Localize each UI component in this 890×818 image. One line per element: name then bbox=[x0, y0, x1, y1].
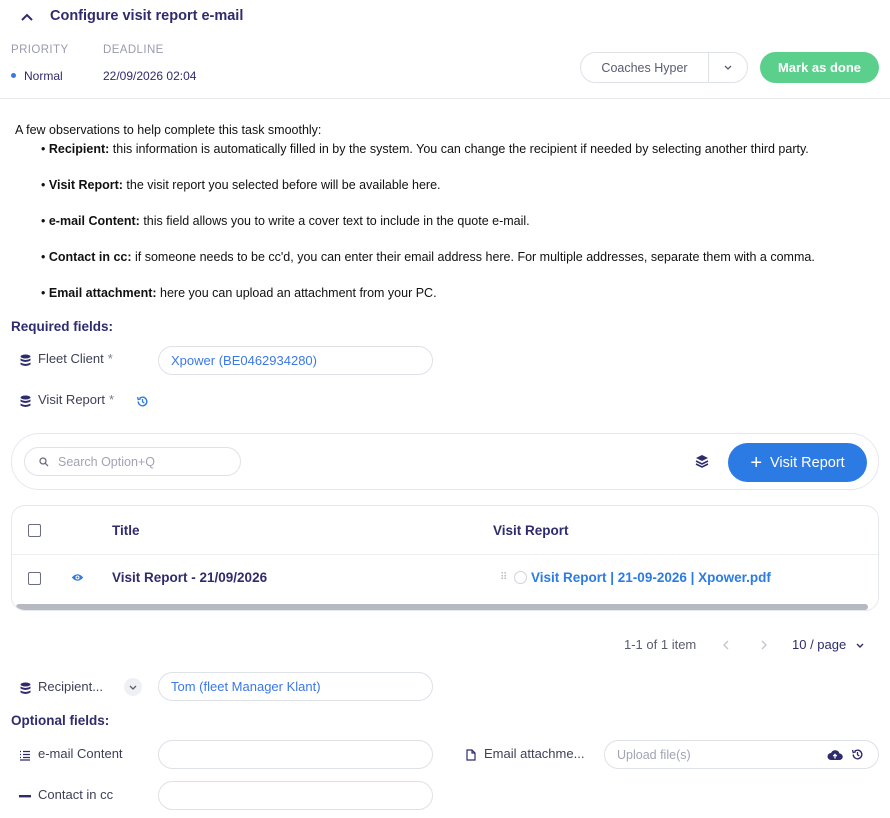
eye-icon[interactable] bbox=[71, 571, 84, 589]
database-icon bbox=[17, 352, 33, 368]
page-size-value: 10 / page bbox=[792, 637, 847, 652]
recipient-label: Recipient... bbox=[38, 679, 104, 694]
instruction-term: Email attachment: bbox=[48, 286, 157, 300]
prev-page-icon[interactable] bbox=[719, 637, 733, 653]
text-lines-icon bbox=[17, 747, 33, 763]
history-icon[interactable] bbox=[134, 393, 150, 409]
file-radio[interactable] bbox=[514, 571, 527, 584]
instruction-term: Visit Report: bbox=[48, 178, 123, 192]
collapse-chevron-up-icon[interactable] bbox=[18, 8, 36, 26]
visit-report-table: Title Visit Report Visit Report - 21/09/… bbox=[11, 505, 879, 611]
priority-label: PRIORITY bbox=[11, 44, 69, 56]
column-header-title: Title bbox=[112, 523, 140, 538]
instructions-intro: A few observations to help complete this… bbox=[15, 123, 322, 137]
instruction-text: the visit report you selected before wil… bbox=[122, 178, 441, 192]
instructions: A few observations to help complete this… bbox=[15, 122, 875, 321]
instruction-term: Recipient: bbox=[48, 142, 110, 156]
instruction-item: • Contact in cc: if someone needs to be … bbox=[41, 250, 815, 264]
database-icon bbox=[17, 393, 33, 409]
instruction-text: this field allows you to write a cover t… bbox=[139, 214, 530, 228]
row-checkbox[interactable] bbox=[28, 572, 41, 585]
row-title: Visit Report - 21/09/2026 bbox=[112, 570, 268, 585]
priority-text: Normal bbox=[24, 69, 63, 83]
instruction-item: • Email attachment: here you can upload … bbox=[41, 286, 437, 300]
search-input[interactable]: Search Option+Q bbox=[24, 447, 241, 476]
email-content-field[interactable] bbox=[158, 740, 433, 769]
required-asterisk: * bbox=[107, 351, 113, 366]
layers-icon[interactable] bbox=[695, 454, 711, 470]
instruction-term: Contact in cc: bbox=[48, 250, 132, 264]
recipient-chevron-down-icon[interactable] bbox=[124, 678, 142, 696]
instruction-term: e-mail Content: bbox=[48, 214, 140, 228]
priority-value: Normal bbox=[11, 69, 63, 83]
pagination-summary: 1-1 of 1 item bbox=[624, 637, 697, 652]
chevron-down-icon[interactable] bbox=[709, 53, 747, 82]
upload-placeholder: Upload file(s) bbox=[617, 747, 691, 762]
chevron-down-icon bbox=[856, 643, 864, 649]
required-fields-heading: Required fields: bbox=[11, 319, 114, 334]
column-header-visit-report: Visit Report bbox=[493, 523, 569, 538]
contact-cc-field[interactable] bbox=[158, 781, 433, 810]
cloud-upload-icon[interactable] bbox=[827, 749, 843, 761]
plus-icon: + bbox=[750, 451, 762, 474]
email-attachment-label: Email attachme... bbox=[484, 746, 585, 761]
deadline-label: DEADLINE bbox=[103, 44, 164, 56]
upload-history-icon[interactable] bbox=[851, 748, 864, 761]
instruction-text: here you can upload an attachment from y… bbox=[156, 286, 437, 300]
visit-report-toolbar: Search Option+Q + Visit Report bbox=[11, 433, 879, 490]
contact-cc-label: Contact in cc bbox=[38, 787, 114, 802]
search-icon bbox=[39, 456, 49, 466]
drag-handle-icon[interactable]: ⠿ bbox=[500, 573, 507, 583]
database-icon bbox=[17, 680, 33, 696]
search-placeholder: Search Option+Q bbox=[58, 454, 155, 469]
mark-as-done-button[interactable]: Mark as done bbox=[760, 52, 879, 83]
horizontal-scrollbar[interactable] bbox=[16, 604, 868, 610]
add-visit-report-button[interactable]: + Visit Report bbox=[728, 443, 867, 482]
page-title: Configure visit report e-mail bbox=[50, 8, 244, 24]
deadline-value: 22/09/2026 02:04 bbox=[103, 69, 197, 83]
recipient-field[interactable]: Tom (fleet Manager Klant) bbox=[158, 672, 433, 701]
select-all-checkbox[interactable] bbox=[28, 524, 41, 537]
instruction-text: this information is automatically filled… bbox=[109, 142, 809, 156]
optional-fields-heading: Optional fields: bbox=[11, 713, 110, 728]
next-page-icon[interactable] bbox=[757, 637, 771, 653]
visit-report-label-text: Visit Report bbox=[38, 392, 105, 407]
required-asterisk: * bbox=[108, 392, 115, 407]
header-divider bbox=[12, 554, 878, 555]
visit-report-label: Visit Report * bbox=[38, 392, 114, 407]
fleet-client-field[interactable]: Xpower (BE0462934280) bbox=[158, 346, 433, 375]
minus-icon bbox=[17, 788, 33, 804]
priority-dot-icon bbox=[11, 73, 16, 79]
page-size-select[interactable]: 10 / page bbox=[792, 637, 864, 652]
email-content-label: e-mail Content bbox=[38, 746, 123, 761]
add-visit-report-label: Visit Report bbox=[770, 454, 845, 471]
fleet-client-label: Fleet Client * bbox=[38, 351, 113, 366]
instruction-item: • Recipient: this information is automat… bbox=[41, 142, 809, 156]
file-icon bbox=[463, 747, 479, 763]
instruction-text: if someone needs to be cc'd, you can ent… bbox=[131, 250, 815, 264]
instruction-item: • e-mail Content: this field allows you … bbox=[41, 214, 530, 228]
upload-field[interactable]: Upload file(s) bbox=[604, 740, 879, 769]
assignee-select[interactable]: Coaches Hyper bbox=[580, 52, 748, 83]
visit-report-file-link[interactable]: Visit Report | 21-09-2026 | Xpower.pdf bbox=[531, 570, 771, 585]
task-header: Configure visit report e-mail PRIORITY N… bbox=[0, 0, 890, 99]
instruction-item: • Visit Report: the visit report you sel… bbox=[41, 178, 441, 192]
fleet-client-label-text: Fleet Client bbox=[38, 351, 104, 366]
assignee-value: Coaches Hyper bbox=[601, 60, 688, 75]
